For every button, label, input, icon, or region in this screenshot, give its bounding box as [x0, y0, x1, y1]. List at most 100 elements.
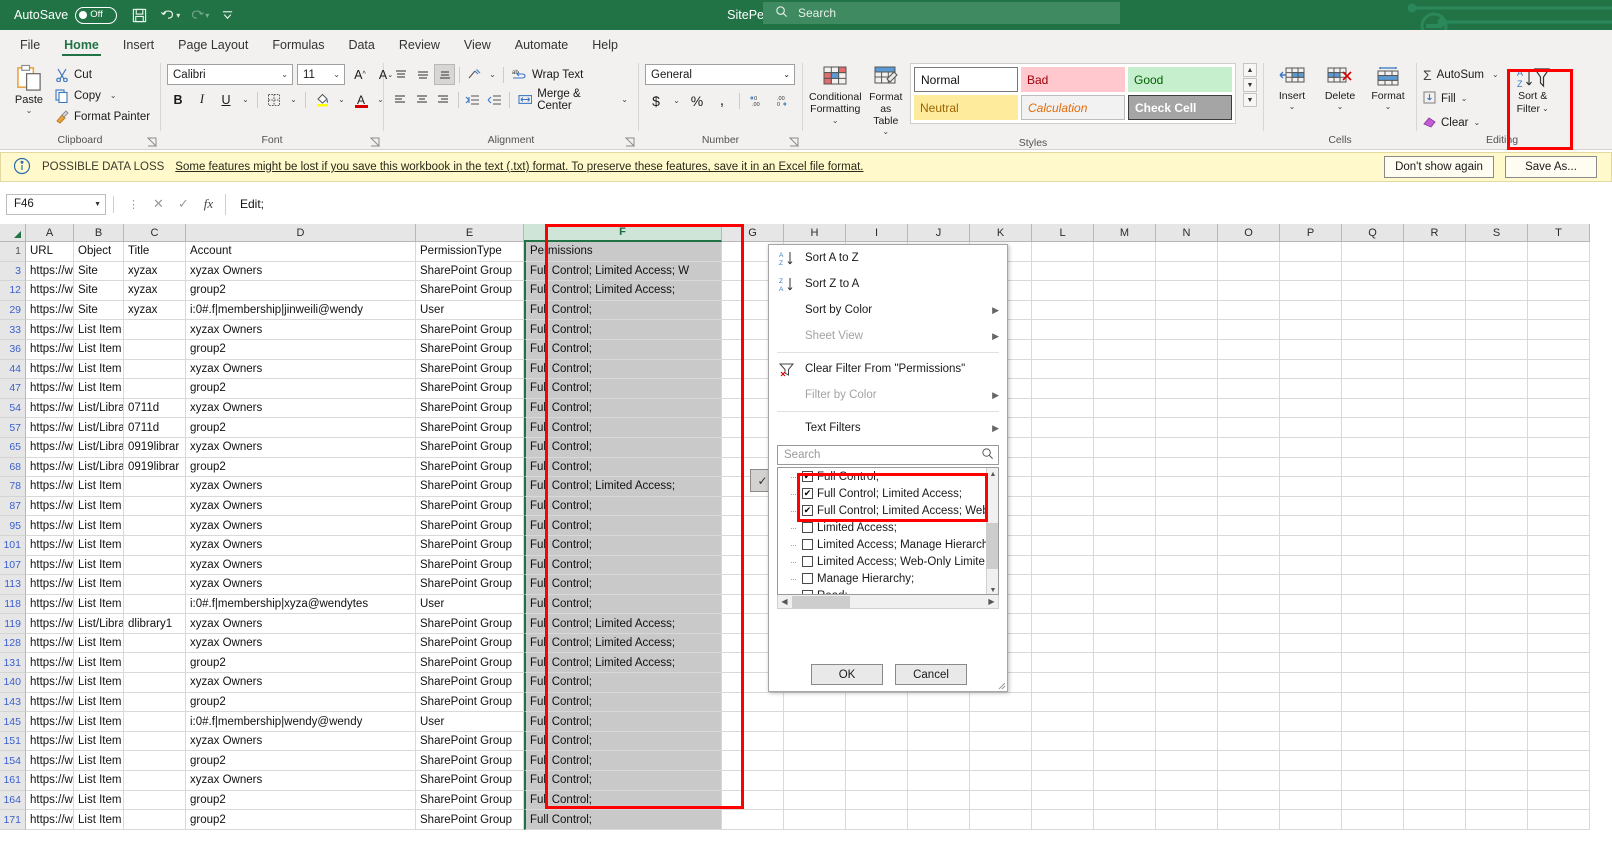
cell-R1[interactable] — [1404, 242, 1466, 262]
cell-O68[interactable] — [1218, 457, 1280, 478]
cell-E65[interactable]: SharePoint Group — [416, 437, 524, 458]
dont-show-again-button[interactable]: Don't show again — [1384, 156, 1494, 178]
cell-G151[interactable] — [722, 731, 784, 752]
cell-S54[interactable] — [1466, 398, 1528, 419]
name-box-dropdown-icon[interactable]: ▼ — [94, 201, 101, 208]
cell-B65[interactable]: List/Libra — [74, 437, 124, 458]
cell-S3[interactable] — [1466, 261, 1528, 282]
cell-Q57[interactable] — [1342, 418, 1404, 438]
table-row[interactable]: 171 https://w List Item group2 SharePoint Gr… — [0, 810, 1612, 830]
cell-F44[interactable]: Full Control; — [524, 359, 722, 380]
row-header[interactable]: 65 — [0, 437, 26, 458]
cell-G161[interactable] — [722, 771, 784, 791]
cancel-icon[interactable]: ✕ — [146, 194, 171, 215]
cell-D140[interactable]: xyzax Owners — [186, 673, 416, 693]
cell-O44[interactable] — [1218, 359, 1280, 380]
cell-O128[interactable] — [1218, 633, 1280, 654]
cell-F107[interactable]: Full Control; — [524, 555, 722, 576]
cell-L101[interactable] — [1032, 535, 1094, 556]
cell-B113[interactable]: List Item — [74, 575, 124, 595]
column-header-n[interactable]: N — [1156, 224, 1218, 242]
cell-T12[interactable] — [1528, 281, 1590, 301]
cell-O140[interactable] — [1218, 673, 1280, 693]
enter-icon[interactable]: ✓ — [171, 194, 196, 215]
delete-cells-button[interactable]: Delete ⌄ — [1318, 64, 1362, 111]
cell-R47[interactable] — [1404, 379, 1466, 399]
cell-O107[interactable] — [1218, 555, 1280, 576]
cell-Q131[interactable] — [1342, 653, 1404, 674]
cell-A143[interactable]: https://w — [26, 692, 74, 713]
cell-C118[interactable] — [124, 594, 186, 615]
cell-N87[interactable] — [1156, 496, 1218, 517]
cell-S1[interactable] — [1466, 242, 1528, 262]
table-row[interactable]: 145 https://w List Item i:0#.f|membership|w… — [0, 712, 1612, 732]
cell-N54[interactable] — [1156, 398, 1218, 419]
cell-L87[interactable] — [1032, 496, 1094, 517]
cell-I164[interactable] — [846, 790, 908, 811]
cell-R143[interactable] — [1404, 692, 1466, 713]
cell-Q161[interactable] — [1342, 771, 1404, 791]
cell-H164[interactable] — [784, 790, 846, 811]
row-header[interactable]: 131 — [0, 653, 26, 674]
cell-F161[interactable]: Full Control; — [524, 771, 722, 791]
cell-L145[interactable] — [1032, 712, 1094, 732]
cell-D128[interactable]: xyzax Owners — [186, 633, 416, 654]
filter-menu-item-6[interactable]: Text Filters ▶ — [769, 415, 1007, 441]
cell-C65[interactable]: 0919librar — [124, 437, 186, 458]
cell-T65[interactable] — [1528, 437, 1590, 458]
row-header[interactable]: 145 — [0, 712, 26, 732]
column-header-r[interactable]: R — [1404, 224, 1466, 242]
cell-T131[interactable] — [1528, 653, 1590, 674]
cell-C151[interactable] — [124, 731, 186, 752]
cell-O145[interactable] — [1218, 712, 1280, 732]
cell-N95[interactable] — [1156, 516, 1218, 536]
cell-S44[interactable] — [1466, 359, 1528, 380]
cell-B29[interactable]: Site — [74, 300, 124, 321]
fill-button[interactable]: Fill ⌄ — [1423, 88, 1499, 109]
cell-H154[interactable] — [784, 751, 846, 772]
cell-T57[interactable] — [1528, 418, 1590, 438]
row-header[interactable]: 95 — [0, 516, 26, 536]
cell-C12[interactable]: xyzax — [124, 281, 186, 301]
cell-A29[interactable]: https://w — [26, 300, 74, 321]
cell-C113[interactable] — [124, 575, 186, 595]
cell-B57[interactable]: List/Libra — [74, 418, 124, 438]
filter-list-vertical-scrollbar[interactable]: ▲ ▼ — [986, 468, 998, 594]
cell-D143[interactable]: group2 — [186, 692, 416, 713]
cell-B145[interactable]: List Item — [74, 712, 124, 732]
cell-M1[interactable] — [1094, 242, 1156, 262]
cell-T101[interactable] — [1528, 535, 1590, 556]
cell-S65[interactable] — [1466, 437, 1528, 458]
scroll-up-icon[interactable]: ▲ — [987, 468, 998, 480]
scroll-left-icon[interactable]: ◀ — [778, 596, 791, 608]
cell-M118[interactable] — [1094, 594, 1156, 615]
cell-T107[interactable] — [1528, 555, 1590, 576]
row-header[interactable]: 68 — [0, 457, 26, 478]
cell-T119[interactable] — [1528, 614, 1590, 634]
cell-F54[interactable]: Full Control; — [524, 398, 722, 419]
cell-L161[interactable] — [1032, 771, 1094, 791]
cell-Q47[interactable] — [1342, 379, 1404, 399]
cell-P33[interactable] — [1280, 320, 1342, 340]
filter-checklist-item[interactable]: ··· Limited Access; Manage Hierarch — [778, 536, 998, 553]
row-header[interactable]: 171 — [0, 810, 26, 830]
cell-A36[interactable]: https://w — [26, 339, 74, 360]
cell-L107[interactable] — [1032, 555, 1094, 576]
cell-S154[interactable] — [1466, 751, 1528, 772]
cell-G154[interactable] — [722, 751, 784, 772]
fill-color-icon[interactable] — [311, 89, 333, 110]
cell-E33[interactable]: SharePoint Group — [416, 320, 524, 340]
cell-F171[interactable]: Full Control; — [524, 810, 722, 830]
cell-R33[interactable] — [1404, 320, 1466, 340]
cell-E3[interactable]: SharePoint Group — [416, 261, 524, 282]
cell-Q44[interactable] — [1342, 359, 1404, 380]
insert-cells-button[interactable]: Insert ⌄ — [1270, 64, 1314, 111]
cell-B154[interactable]: List Item — [74, 751, 124, 772]
cell-O143[interactable] — [1218, 692, 1280, 713]
cell-N107[interactable] — [1156, 555, 1218, 576]
bold-icon[interactable]: B — [167, 89, 189, 110]
cell-D12[interactable]: group2 — [186, 281, 416, 301]
cell-F57[interactable]: Full Control; — [524, 418, 722, 438]
cell-F119[interactable]: Full Control; Limited Access; — [524, 614, 722, 634]
cell-T140[interactable] — [1528, 673, 1590, 693]
